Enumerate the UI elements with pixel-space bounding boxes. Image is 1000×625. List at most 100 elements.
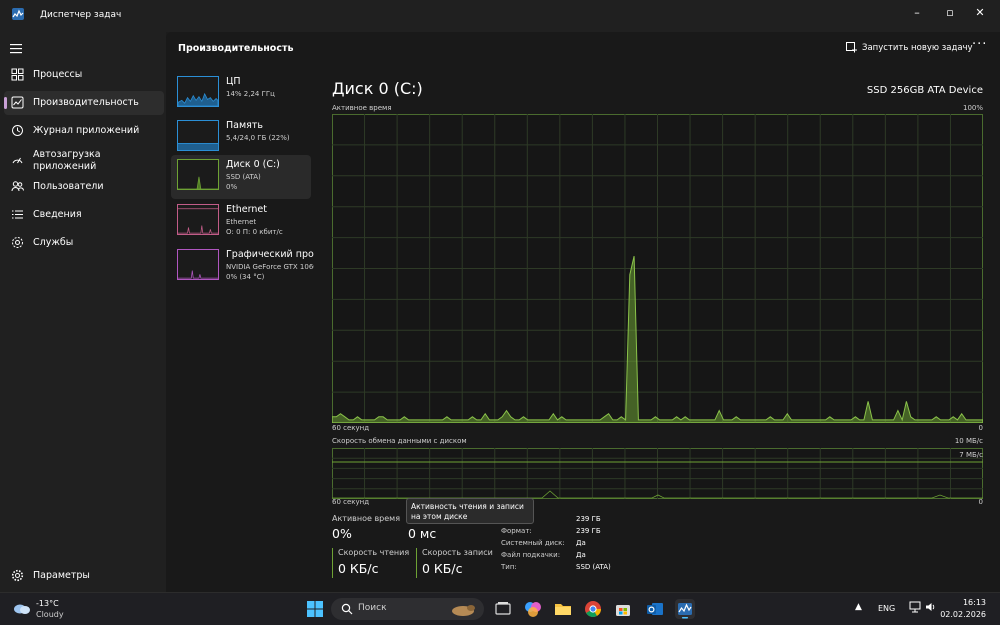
resource-disk-0[interactable]: Диск 0 (C:) SSD (ATA) 0% (171, 155, 311, 199)
copilot-icon[interactable] (523, 599, 543, 619)
outlook-icon[interactable] (645, 599, 665, 619)
services-icon (12, 237, 23, 248)
chart2-line-label: 7 МБ/с (959, 451, 983, 459)
resource-detail: NVIDIA GeForce GTX 1060 (226, 263, 314, 271)
resource-memory[interactable]: Память 5,4/24,0 ГБ (22%) (171, 116, 311, 160)
resource-cpu[interactable]: ЦП 14% 2,24 ГГц (171, 72, 311, 116)
chart1-time-label: 60 секунд (332, 424, 370, 432)
page-title: Производительность (178, 43, 294, 54)
nav-item-services[interactable]: Службы (4, 231, 164, 255)
gear-icon (11, 569, 24, 582)
write-speed-label: Скорость записи (422, 548, 493, 557)
chevron-up-icon[interactable]: ▲ (855, 602, 862, 612)
task-view-icon[interactable] (493, 599, 513, 619)
nav-item-settings[interactable]: Параметры (4, 564, 164, 588)
ethernet-thumbnail (177, 204, 219, 235)
nav-item-label: Пользователи (33, 181, 104, 192)
transfer-rate-chart (332, 448, 983, 499)
search-icon (341, 603, 353, 615)
clock-date[interactable]: 02.02.2026 (940, 610, 986, 619)
prop-key: Системный диск: (501, 539, 565, 547)
disk-model: SSD 256GB ATA Device (866, 85, 983, 96)
file-explorer-icon[interactable] (553, 599, 573, 619)
taskbar: -13°C Cloudy Поиск ▲ ENG 16:13 02.02.202… (0, 592, 1000, 625)
prop-value: 239 ГБ (576, 527, 601, 535)
cpu-thumbnail (177, 76, 219, 107)
read-speed-bar (332, 548, 333, 578)
write-speed-bar (416, 548, 417, 578)
nav-item-performance[interactable]: Производительность (4, 91, 164, 115)
history-icon (12, 125, 23, 136)
volume-icon[interactable] (925, 601, 937, 613)
resource-detail: Ethernet (226, 218, 257, 226)
close-button[interactable]: ✕ (967, 4, 993, 22)
memory-thumbnail (177, 120, 219, 151)
cloud-icon[interactable] (12, 601, 32, 615)
chart-grid (332, 114, 983, 423)
task-manager-icon (12, 8, 24, 20)
prop-key: Формат: (501, 527, 532, 535)
resource-detail: 14% 2,24 ГГц (226, 90, 275, 98)
task-manager-taskbar-icon[interactable] (675, 599, 695, 619)
response-time-value: 0 мс (408, 526, 437, 541)
network-icon[interactable] (909, 601, 921, 613)
nav-item-label: Сведения (33, 209, 82, 220)
chart2-max-label: 10 МБ/с (954, 437, 983, 445)
more-options-icon[interactable]: ··· (972, 37, 987, 52)
nav-item-app-history[interactable]: Журнал приложений (4, 119, 164, 143)
weather-description[interactable]: Cloudy (36, 610, 64, 619)
gpu-thumbnail (177, 249, 219, 280)
active-time-chart (332, 114, 983, 423)
performance-icon (11, 96, 24, 109)
read-speed-value: 0 КБ/с (338, 561, 379, 576)
clock-time[interactable]: 16:13 (963, 598, 986, 607)
hamburger-menu-icon[interactable] (10, 43, 24, 55)
nav-item-users[interactable]: Пользователи (4, 175, 164, 199)
nav-item-label: Процессы (33, 69, 83, 80)
nav-item-label: Службы (33, 237, 74, 248)
write-speed-value: 0 КБ/с (422, 561, 463, 576)
resource-ethernet[interactable]: Ethernet Ethernet О: 0 П: 0 кбит/с (171, 200, 311, 244)
prop-key: Тип: (501, 563, 517, 571)
nav-item-processes[interactable]: Процессы (4, 63, 164, 87)
nav-item-label: Журнал приложений (33, 125, 140, 136)
chrome-icon[interactable] (583, 599, 603, 619)
chart2-min-label: 0 (978, 498, 983, 506)
processes-icon (11, 68, 24, 81)
navigation-pane: Процессы Производительность Журнал прило… (0, 32, 166, 592)
chart2-label: Скорость обмена данными с диском (332, 437, 467, 445)
store-icon[interactable] (613, 599, 633, 619)
run-task-icon (846, 42, 857, 53)
resource-name: ЦП (226, 76, 241, 87)
minimize-button[interactable]: – (904, 4, 930, 22)
users-icon (11, 181, 24, 192)
nav-item-label: Параметры (33, 570, 90, 581)
resource-detail: SSD (ATA) (226, 173, 261, 181)
resource-usage: О: 0 П: 0 кбит/с (226, 228, 283, 236)
active-time-value: 0% (332, 526, 352, 541)
run-task-label: Запустить новую задачу (862, 43, 973, 53)
resource-gpu-0[interactable]: Графический процессор 0 NVIDIA GeForce G… (171, 245, 314, 289)
nav-item-label: Автозагрузка приложений (33, 149, 101, 172)
prop-key: Файл подкачки: (501, 551, 561, 559)
details-icon (12, 210, 23, 219)
title-bar: Диспетчер задач – ▫ ✕ (0, 0, 1000, 32)
taskbar-search-box[interactable]: Поиск (331, 598, 484, 620)
chart1-max-label: 100% (962, 104, 983, 112)
search-placeholder: Поиск (358, 603, 387, 613)
prop-value: Да (576, 539, 586, 547)
maximize-button[interactable]: ▫ (937, 4, 963, 22)
nav-item-label: Производительность (33, 97, 139, 108)
resource-name: Ethernet (226, 204, 267, 215)
weather-temperature[interactable]: -13°C (36, 599, 59, 608)
language-indicator[interactable]: ENG (878, 604, 895, 613)
nav-item-details[interactable]: Сведения (4, 203, 164, 227)
chart2-time-label: 60 секунд (332, 498, 370, 506)
main-panel: Производительность Запустить новую задач… (166, 32, 1000, 592)
chart1-label: Активное время (332, 104, 392, 112)
disk-thumbnail (177, 159, 219, 190)
resource-name: Графический процессор 0 (226, 249, 314, 260)
prop-value: Да (576, 551, 586, 559)
read-speed-label: Скорость чтения (338, 548, 410, 557)
start-icon[interactable] (305, 599, 325, 619)
